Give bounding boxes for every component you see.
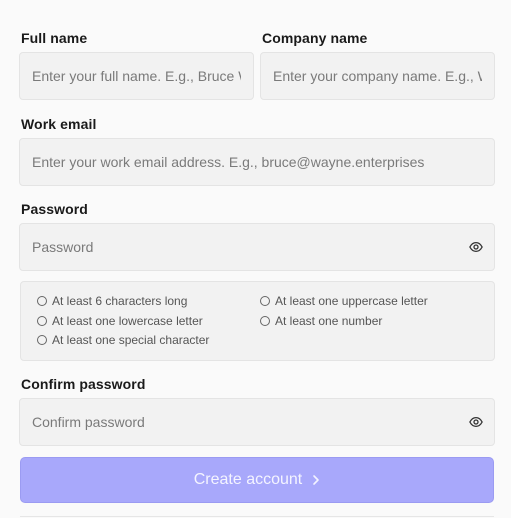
password-input[interactable] <box>32 239 482 255</box>
circle-icon <box>260 316 270 326</box>
confirm-password-label: Confirm password <box>21 376 146 392</box>
password-rule-label: At least one lowercase letter <box>52 314 203 328</box>
full-name-input[interactable] <box>32 68 241 84</box>
password-rule: At least one number <box>260 314 382 328</box>
work-email-input[interactable] <box>32 154 482 170</box>
password-rule-label: At least one uppercase letter <box>275 294 428 308</box>
work-email-field[interactable] <box>19 138 495 186</box>
password-rule-label: At least one special character <box>52 333 210 347</box>
signup-form: Full name Company name Work email Passwo… <box>0 0 511 518</box>
company-name-input[interactable] <box>273 68 482 84</box>
confirm-password-input[interactable] <box>32 414 482 430</box>
company-name-field[interactable] <box>260 52 495 100</box>
password-rule-label: At least 6 characters long <box>52 294 188 308</box>
work-email-label: Work email <box>21 116 97 132</box>
password-label: Password <box>21 201 88 217</box>
full-name-label: Full name <box>21 30 88 46</box>
full-name-field[interactable] <box>19 52 254 100</box>
create-account-button[interactable]: Create account <box>20 457 494 503</box>
eye-icon[interactable] <box>469 415 483 429</box>
password-rule: At least 6 characters long <box>37 294 187 308</box>
create-account-label: Create account <box>193 471 303 488</box>
circle-icon <box>260 296 270 306</box>
password-field[interactable] <box>19 223 495 271</box>
password-rule: At least one lowercase letter <box>37 314 203 328</box>
circle-icon <box>37 316 47 326</box>
circle-icon <box>37 296 47 306</box>
password-requirements: At least 6 characters long At least one … <box>20 281 495 361</box>
chevron-right-icon <box>313 475 320 485</box>
password-rule-label: At least one number <box>275 314 383 328</box>
circle-icon <box>37 335 47 345</box>
eye-icon[interactable] <box>469 240 483 254</box>
password-rule: At least one uppercase letter <box>260 294 428 308</box>
company-name-label: Company name <box>262 30 368 46</box>
password-rule: At least one special character <box>37 333 209 347</box>
confirm-password-field[interactable] <box>19 398 495 446</box>
divider <box>20 516 494 517</box>
